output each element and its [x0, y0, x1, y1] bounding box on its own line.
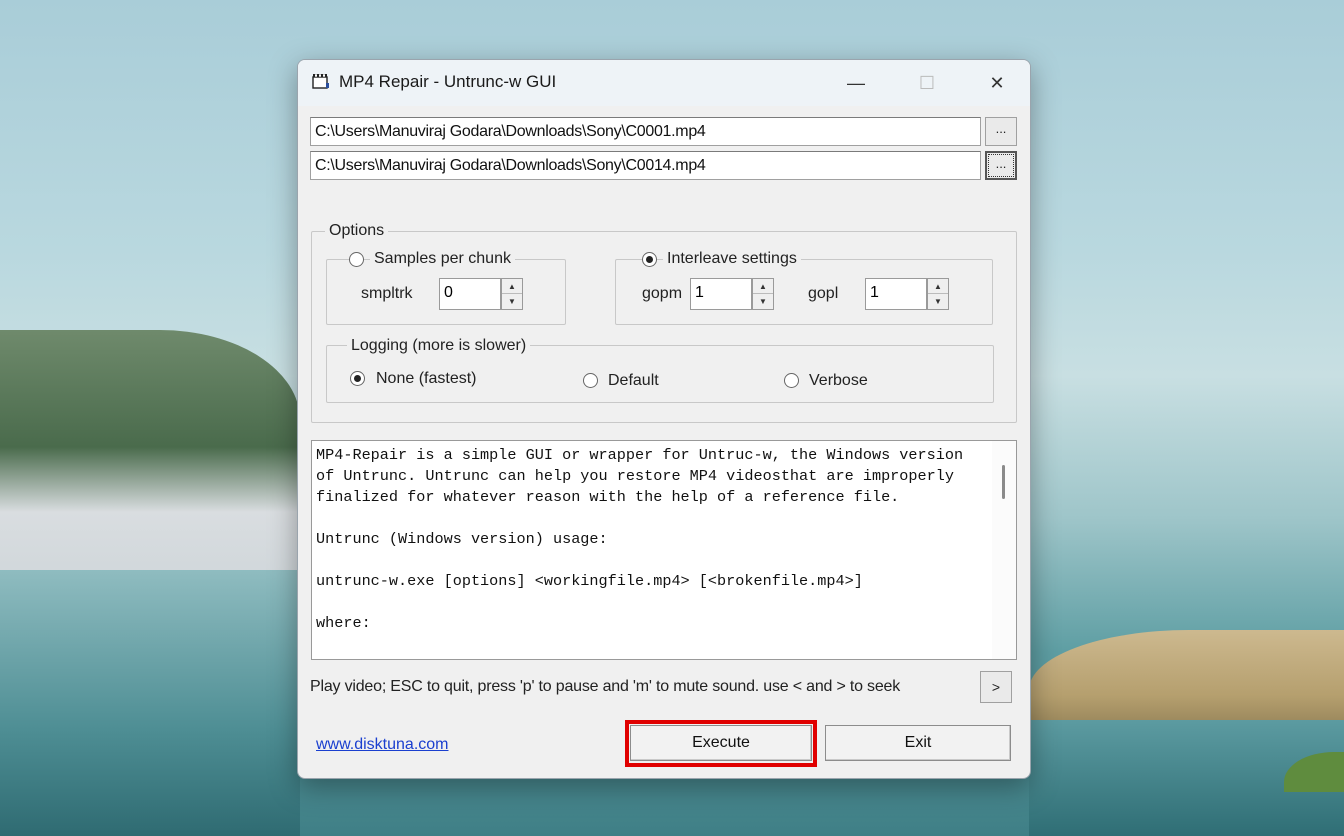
description-scrollbar[interactable]	[992, 441, 1016, 659]
background-water-left	[0, 570, 300, 836]
gopm-spinner[interactable]: ▲ ▼	[752, 278, 774, 310]
browse-broken-file-button[interactable]: ...	[985, 151, 1017, 180]
gopl-input[interactable]: 1	[865, 278, 927, 310]
logging-verbose-radio[interactable]	[784, 373, 799, 388]
film-clapper-icon	[312, 73, 330, 89]
logging-none-label: None (fastest)	[376, 370, 477, 387]
description-text: MP4-Repair is a simple GUI or wrapper fo…	[316, 446, 964, 632]
logging-legend: Logging (more is slower)	[347, 337, 531, 355]
minimize-button[interactable]: —	[833, 60, 879, 106]
maximize-button[interactable]: ☐	[904, 60, 950, 106]
gopl-label: gopl	[808, 285, 839, 302]
background-hill	[0, 330, 300, 590]
gopm-input[interactable]: 1	[690, 278, 752, 310]
logging-default-radio[interactable]	[583, 373, 598, 388]
working-file-input[interactable]: C:\Users\Manuviraj Godara\Downloads\Sony…	[310, 117, 981, 146]
logging-none-radio[interactable]	[350, 371, 365, 386]
logging-default-label: Default	[608, 372, 659, 389]
play-video-button[interactable]: >	[980, 671, 1012, 703]
play-video-hint: Play video; ESC to quit, press 'p' to pa…	[310, 678, 901, 695]
samples-per-chunk-label: Samples per chunk	[370, 250, 515, 268]
close-button[interactable]: ✕	[974, 60, 1020, 106]
disktuna-link[interactable]: www.disktuna.com	[316, 736, 449, 754]
gopl-spinner[interactable]: ▲ ▼	[927, 278, 949, 310]
samples-per-chunk-radio[interactable]	[349, 252, 364, 267]
exit-button[interactable]: Exit	[825, 725, 1011, 761]
broken-file-input[interactable]: C:\Users\Manuviraj Godara\Downloads\Sony…	[310, 151, 981, 180]
smpltrk-spinner[interactable]: ▲ ▼	[501, 278, 523, 310]
title-bar[interactable]: MP4 Repair - Untrunc-w GUI — ☐ ✕	[298, 60, 1030, 106]
browse-working-file-button[interactable]: ...	[985, 117, 1017, 146]
window-title: MP4 Repair - Untrunc-w GUI	[339, 72, 557, 91]
mp4-repair-window: MP4 Repair - Untrunc-w GUI — ☐ ✕ C:\User…	[297, 59, 1031, 779]
scrollbar-thumb[interactable]	[1002, 465, 1005, 499]
interleave-settings-radio[interactable]	[642, 252, 657, 267]
interleave-settings-label: Interleave settings	[663, 250, 801, 268]
execute-button[interactable]: Execute	[630, 725, 812, 761]
smpltrk-input[interactable]: 0	[439, 278, 501, 310]
smpltrk-label: smpltrk	[361, 285, 413, 302]
logging-verbose-label: Verbose	[809, 372, 868, 389]
gopm-label: gopm	[642, 285, 683, 302]
description-textarea[interactable]: MP4-Repair is a simple GUI or wrapper fo…	[311, 440, 1017, 660]
options-legend: Options	[325, 222, 389, 240]
